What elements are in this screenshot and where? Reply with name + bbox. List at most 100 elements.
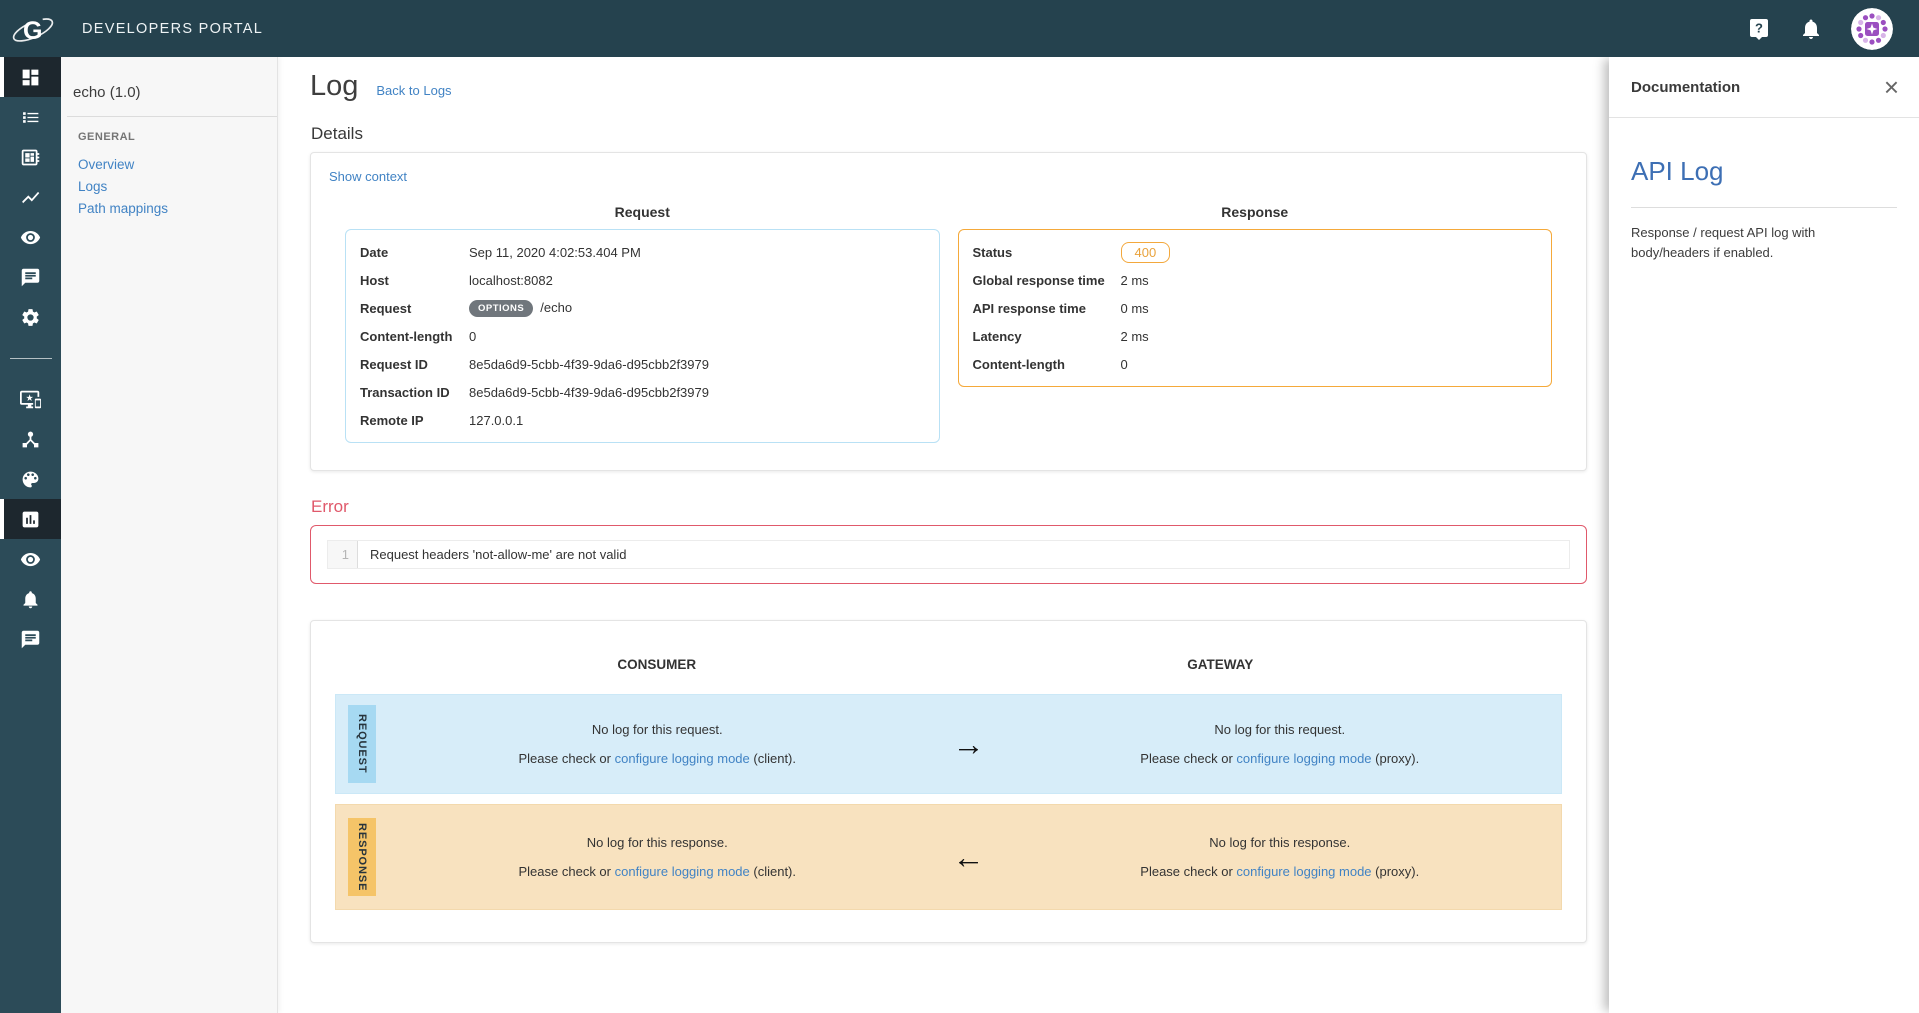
check-text: Please check or	[1140, 751, 1236, 766]
error-message: Request headers 'not-allow-me' are not v…	[358, 541, 626, 568]
configure-logging-mode-link[interactable]: configure logging mode	[615, 751, 750, 766]
table-row: Request OPTIONS/echo	[346, 294, 939, 322]
eye-icon	[20, 227, 41, 248]
rail-item-api-audit[interactable]	[0, 539, 61, 579]
row-label: Remote IP	[360, 413, 469, 428]
check-suffix: (client).	[750, 751, 796, 766]
rail-item-list[interactable]	[0, 97, 61, 137]
http-method-badge: OPTIONS	[469, 300, 533, 317]
configure-logging-mode-link[interactable]: configure logging mode	[1236, 751, 1371, 766]
flow-request-row: REQUEST No log for this request. Please …	[335, 694, 1562, 794]
right-arrow-icon: →	[939, 728, 999, 760]
chat-icon	[20, 267, 41, 288]
details-card: Show context Request Date Sep 11, 2020 4…	[310, 152, 1587, 471]
main-content: Log Back to Logs Details Show context Re…	[278, 57, 1609, 1013]
app-title: DEVELOPERS PORTAL	[82, 21, 263, 37]
doc-article-title: API Log	[1631, 156, 1897, 187]
help-icon[interactable]: ?	[1747, 17, 1771, 41]
rail-item-messages[interactable]	[0, 257, 61, 297]
consumer-gateway-card: CONSUMER GATEWAY REQUEST No log for this…	[310, 620, 1587, 943]
documentation-header: Documentation ×	[1609, 57, 1919, 118]
rail-item-analytics[interactable]	[0, 177, 61, 217]
error-message-row: 1 Request headers 'not-allow-me' are not…	[327, 540, 1570, 569]
rail-item-theme[interactable]	[0, 459, 61, 499]
check-text: Please check or	[519, 751, 615, 766]
table-row: Content-length 0	[959, 350, 1552, 378]
response-column: Response Status 400 Global response time…	[958, 190, 1553, 387]
doc-divider	[1631, 207, 1897, 208]
response-row-label: RESPONSE	[348, 818, 376, 896]
no-log-text: No log for this request.	[376, 722, 939, 737]
check-suffix: (proxy).	[1372, 751, 1420, 766]
table-row: Status 400	[959, 238, 1552, 266]
svg-text:G: G	[23, 17, 42, 45]
documentation-panel: Documentation × API Log Response / reque…	[1609, 57, 1919, 1013]
developer-board-icon	[20, 147, 41, 168]
row-label: Request ID	[360, 357, 469, 372]
rail-divider	[0, 337, 61, 379]
configure-logging-mode-link[interactable]: configure logging mode	[1236, 864, 1371, 879]
user-avatar[interactable]	[1851, 8, 1893, 50]
row-value: 2 ms	[1121, 273, 1149, 288]
row-label: Status	[973, 245, 1121, 260]
page-header: Log Back to Logs	[310, 70, 1587, 103]
row-value: localhost:8082	[469, 273, 553, 288]
table-row: Request ID 8e5da6d9-5cbb-4f39-9da6-d95cb…	[346, 350, 939, 378]
table-row: API response time 0 ms	[959, 294, 1552, 322]
request-row-label: REQUEST	[348, 705, 376, 783]
row-value: OPTIONS/echo	[469, 300, 572, 317]
table-row: Host localhost:8082	[346, 266, 939, 294]
rail-item-api-messages[interactable]	[0, 619, 61, 659]
back-to-logs-link[interactable]: Back to Logs	[376, 83, 451, 98]
line-chart-icon	[20, 187, 41, 208]
notifications-bell-icon[interactable]	[1799, 17, 1823, 41]
row-value: 0 ms	[1121, 301, 1149, 316]
sidebar-item-logs[interactable]: Logs	[78, 180, 277, 193]
consumer-heading: CONSUMER	[375, 657, 939, 672]
rail-item-board[interactable]	[0, 137, 61, 177]
rail-item-alerts[interactable]	[0, 579, 61, 619]
list-icon	[20, 107, 41, 128]
gateway-heading: GATEWAY	[1187, 657, 1253, 672]
row-value: 8e5da6d9-5cbb-4f39-9da6-d95cbb2f3979	[469, 385, 709, 400]
rail-item-settings[interactable]	[0, 297, 61, 337]
rail-item-hub[interactable]	[0, 419, 61, 459]
rail-item-api-analytics[interactable]	[0, 499, 61, 539]
check-text: Please check or	[1140, 864, 1236, 879]
table-row: Content-length 0	[346, 322, 939, 350]
row-label: Latency	[973, 329, 1121, 344]
row-label: Date	[360, 245, 469, 260]
hub-icon	[20, 429, 41, 450]
row-value: 8e5da6d9-5cbb-4f39-9da6-d95cbb2f3979	[469, 357, 709, 372]
gateway-response-cell: No log for this response. Please check o…	[999, 835, 1562, 879]
details-heading: Details	[311, 124, 1587, 144]
response-heading: Response	[958, 204, 1553, 220]
row-value: Sep 11, 2020 4:02:53.404 PM	[469, 245, 641, 260]
check-suffix: (client).	[750, 864, 796, 879]
row-value: 0	[1121, 357, 1128, 372]
row-value: 0	[469, 329, 476, 344]
documentation-title: Documentation	[1631, 79, 1740, 96]
error-heading: Error	[311, 497, 1587, 517]
row-label: Host	[360, 273, 469, 288]
rail-item-audit[interactable]	[0, 217, 61, 257]
row-label: Content-length	[360, 329, 469, 344]
request-path: /echo	[540, 300, 572, 315]
configure-logging-mode-link[interactable]: configure logging mode	[615, 864, 750, 879]
rail-item-dashboard[interactable]	[0, 57, 61, 97]
sidebar-item-overview[interactable]: Overview	[78, 158, 277, 171]
sidebar-item-path-mappings[interactable]: Path mappings	[78, 202, 277, 215]
row-label: Content-length	[973, 357, 1121, 372]
no-log-text: No log for this response.	[999, 835, 1562, 850]
row-label: Transaction ID	[360, 385, 469, 400]
bell-icon	[20, 589, 41, 610]
gateway-request-cell: No log for this request. Please check or…	[999, 722, 1562, 766]
table-row: Global response time 2 ms	[959, 266, 1552, 294]
check-text: Please check or	[519, 864, 615, 879]
show-context-link[interactable]: Show context	[329, 169, 407, 184]
close-icon[interactable]: ×	[1884, 77, 1899, 97]
response-table: Status 400 Global response time 2 ms API…	[958, 229, 1553, 387]
api-name: echo (1.0)	[61, 57, 277, 101]
request-table: Date Sep 11, 2020 4:02:53.404 PM Host lo…	[345, 229, 940, 443]
rail-item-devices[interactable]	[0, 379, 61, 419]
